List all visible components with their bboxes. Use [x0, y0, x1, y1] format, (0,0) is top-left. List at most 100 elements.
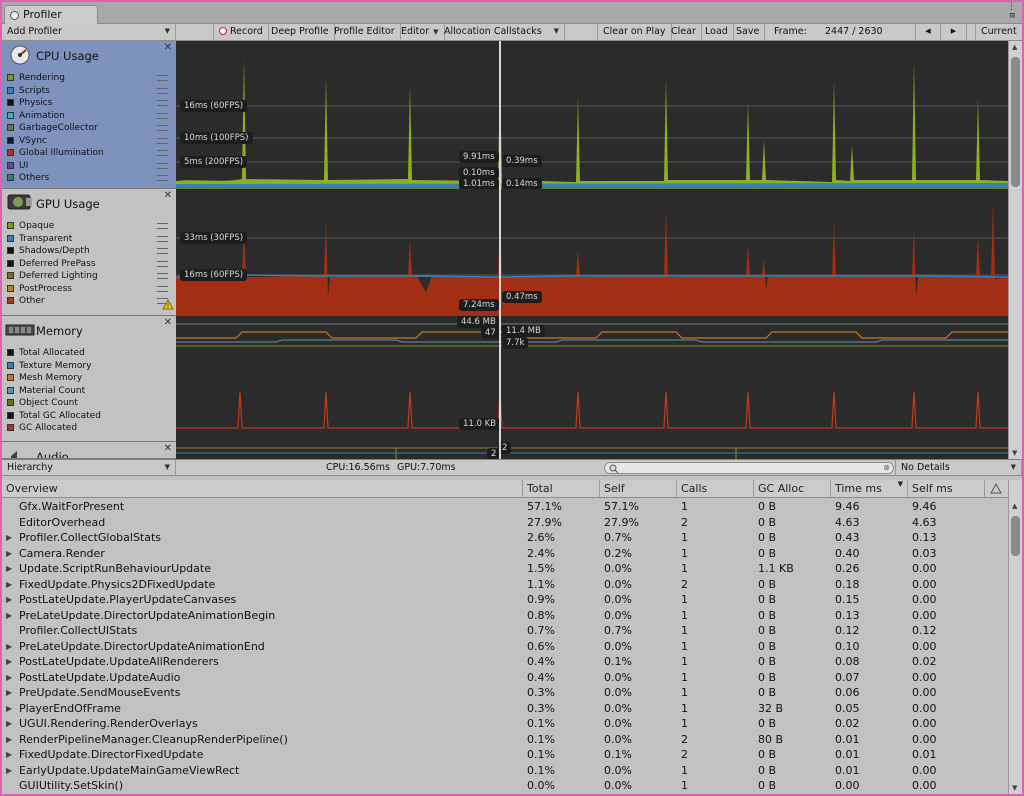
search-input[interactable]: ⊗	[604, 462, 894, 474]
table-row[interactable]: ▶ PreUpdate.SendMouseEvents 0.3% 0.0% 1 0 B 0.…	[2, 685, 1008, 701]
drag-handle-icon[interactable]	[157, 162, 168, 169]
memory-legend-item[interactable]: Object Count	[7, 397, 172, 410]
cpu-legend-item[interactable]: Scripts	[7, 85, 172, 98]
cpu-legend-item[interactable]: Others	[7, 172, 172, 185]
scroll-down-icon[interactable]: ▼	[1012, 449, 1017, 457]
gpu-legend-item[interactable]: Other	[7, 295, 172, 308]
table-scrollbar[interactable]: ▲ ▼	[1008, 480, 1022, 794]
cpu-usage-chart[interactable]: 16ms (60FPS) 10ms (100FPS) 5ms (200FPS) …	[176, 41, 1008, 189]
audio-chart[interactable]: 2 2	[176, 442, 1008, 459]
table-row[interactable]: ▶ Profiler.CollectGlobalStats 2.6% 0.7% 1 0 B…	[2, 530, 1008, 546]
gpu-usage-chart[interactable]: 33ms (30FPS) 16ms (60FPS) 7.24ms 0.47ms	[176, 189, 1008, 316]
clear-on-play-button[interactable]: Clear on Play	[597, 24, 672, 40]
clear-search-icon[interactable]: ⊗	[883, 463, 890, 472]
memory-legend-item[interactable]: Total Allocated	[7, 347, 172, 360]
table-row[interactable]: ▶ EarlyUpdate.UpdateMainGameViewRect 0.1% 0…	[2, 763, 1008, 779]
drag-handle-icon[interactable]	[157, 150, 168, 156]
table-scroll-thumb[interactable]	[1011, 516, 1020, 556]
close-icon[interactable]: ✕	[164, 317, 172, 328]
expand-arrow-icon[interactable]: ▶	[6, 670, 12, 686]
frame-cursor[interactable]	[499, 41, 501, 459]
col-total[interactable]: Total	[523, 480, 600, 498]
expand-arrow-icon[interactable]: ▶	[6, 685, 12, 701]
charts-scroll-thumb[interactable]	[1011, 57, 1020, 187]
allocation-callstacks-dropdown[interactable]: Allocation Callstacks ▼	[439, 24, 565, 40]
col-calls[interactable]: Calls	[677, 480, 754, 498]
gpu-legend-item[interactable]: PostProcess	[7, 283, 172, 296]
memory-legend-item[interactable]: Total GC Allocated	[7, 410, 172, 423]
memory-panel[interactable]: Memory ✕ Total Allocated Texture Memory Me…	[2, 316, 176, 442]
gpu-legend-item[interactable]: Deferred PrePass	[7, 258, 172, 271]
col-self[interactable]: Self	[600, 480, 677, 498]
gpu-legend-item[interactable]: Shadows/Depth	[7, 245, 172, 258]
drag-handle-icon[interactable]	[157, 273, 168, 279]
expand-arrow-icon[interactable]: ▶	[6, 701, 12, 717]
memory-legend-item[interactable]: Texture Memory	[7, 360, 172, 373]
table-row[interactable]: ▶ Update.ScriptRunBehaviourUpdate 1.5% 0.0%…	[2, 561, 1008, 577]
next-frame-button[interactable]: ▶	[941, 24, 967, 40]
gpu-legend-item[interactable]: Transparent	[7, 233, 172, 246]
audio-panel[interactable]: Audio ✕	[2, 442, 176, 459]
col-gc-alloc[interactable]: GC Alloc	[754, 480, 831, 498]
table-row[interactable]: ▶ PlayerEndOfFrame 0.3% 0.0% 1 32 B 0.05 0.00	[2, 701, 1008, 717]
cpu-legend-item[interactable]: VSync	[7, 135, 172, 148]
table-row[interactable]: ▶ RenderPipelineManager.CleanupRenderPipe…	[2, 732, 1008, 748]
col-self-ms[interactable]: Self ms	[908, 480, 985, 498]
drag-handle-icon[interactable]	[157, 100, 168, 106]
drag-handle-icon[interactable]	[157, 260, 168, 267]
scroll-up-icon[interactable]: ▲	[1012, 502, 1017, 510]
charts-scrollbar[interactable]: ▲ ▼	[1008, 41, 1022, 459]
table-row[interactable]: Gfx.WaitForPresent 57.1% 57.1% 1 0 B 9.46 9.46	[2, 499, 1008, 515]
drag-handle-icon[interactable]	[157, 223, 168, 229]
table-row[interactable]: EditorOverhead 27.9% 27.9% 2 0 B 4.63 4.63	[2, 515, 1008, 531]
tab-profiler[interactable]: Profiler	[4, 5, 98, 24]
expand-arrow-icon[interactable]: ▶	[6, 716, 12, 732]
deep-profile-button[interactable]: Deep Profile	[266, 24, 335, 40]
warning-column-icon[interactable]	[985, 480, 1008, 498]
expand-arrow-icon[interactable]: ▶	[6, 592, 12, 608]
scroll-up-icon[interactable]: ▲	[1012, 43, 1017, 51]
gpu-legend-item[interactable]: Opaque	[7, 220, 172, 233]
memory-legend-item[interactable]: Mesh Memory	[7, 372, 172, 385]
cpu-legend-item[interactable]: Global Illumination	[7, 147, 172, 160]
cpu-legend-item[interactable]: UI	[7, 160, 172, 173]
current-frame-button[interactable]: Current	[975, 24, 1022, 40]
cpu-legend-item[interactable]: Physics	[7, 97, 172, 110]
expand-arrow-icon[interactable]: ▶	[6, 732, 12, 748]
drag-handle-icon[interactable]	[157, 235, 168, 242]
cpu-legend-item[interactable]: GarbageCollector	[7, 122, 172, 135]
drag-handle-icon[interactable]	[157, 175, 168, 181]
close-icon[interactable]: ✕	[164, 42, 172, 53]
table-row[interactable]: GUIUtility.SetSkin() 0.0% 0.0% 1 0 B 0.00 0.00	[2, 778, 1008, 794]
save-button[interactable]: Save	[731, 24, 766, 40]
load-button[interactable]: Load	[700, 24, 734, 40]
kebab-menu-icon[interactable]: ⋮ ≡	[1007, 3, 1016, 21]
close-icon[interactable]: ✕	[164, 443, 172, 454]
drag-handle-icon[interactable]	[157, 87, 168, 94]
clear-button[interactable]: Clear	[666, 24, 702, 40]
table-row[interactable]: ▶ UGUI.Rendering.RenderOverlays 0.1% 0.0% 1 0…	[2, 716, 1008, 732]
expand-arrow-icon[interactable]: ▶	[6, 654, 12, 670]
expand-arrow-icon[interactable]: ▶	[6, 608, 12, 624]
expand-arrow-icon[interactable]: ▶	[6, 561, 12, 577]
profile-editor-button[interactable]: Profile Editor	[329, 24, 401, 40]
table-row[interactable]: ▶ Camera.Render 2.4% 0.2% 1 0 B 0.40 0.03	[2, 546, 1008, 562]
cpu-legend-item[interactable]: Rendering	[7, 72, 172, 85]
close-icon[interactable]: ✕	[164, 190, 172, 201]
drag-handle-icon[interactable]	[157, 112, 168, 119]
expand-arrow-icon[interactable]: ▶	[6, 747, 12, 763]
table-row[interactable]: ▶ PostLateUpdate.UpdateAllRenderers 0.4% 0.…	[2, 654, 1008, 670]
table-row[interactable]: Profiler.CollectUIStats 0.7% 0.7% 1 0 B 0.12 0…	[2, 623, 1008, 639]
drag-handle-icon[interactable]	[157, 285, 168, 292]
memory-chart[interactable]: 44.6 MB 47 11.4 MB 7.7k 11.0 KB	[176, 316, 1008, 442]
table-row[interactable]: ▶ PostLateUpdate.UpdateAudio 0.4% 0.0% 1 0 B 0…	[2, 670, 1008, 686]
editor-dropdown[interactable]: Editor ▼	[396, 24, 445, 40]
drag-handle-icon[interactable]	[157, 125, 168, 131]
scroll-down-icon[interactable]: ▼	[1012, 784, 1017, 792]
record-button[interactable]: Record	[213, 24, 269, 40]
drag-handle-icon[interactable]	[157, 137, 168, 144]
table-row[interactable]: ▶ PostLateUpdate.PlayerUpdateCanvases 0.9%…	[2, 592, 1008, 608]
col-time-ms[interactable]: Time ms ▼	[831, 480, 908, 498]
memory-legend-item[interactable]: GC Allocated	[7, 422, 172, 435]
cpu-legend-item[interactable]: Animation	[7, 110, 172, 123]
